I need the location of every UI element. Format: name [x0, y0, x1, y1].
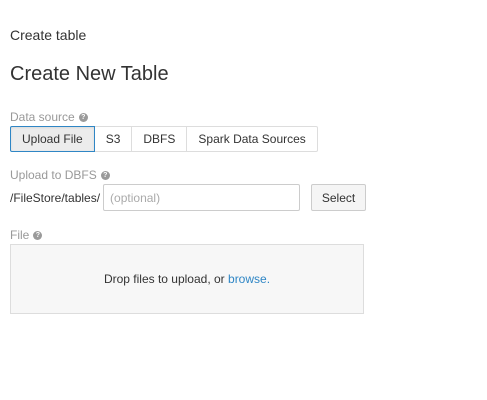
tab-upload-file[interactable]: Upload File: [10, 126, 95, 152]
help-icon[interactable]: ?: [100, 170, 110, 180]
breadcrumb: Create table: [10, 27, 87, 43]
data-source-label-row: Data source ?: [10, 110, 88, 124]
create-table-page: Create table Create New Table Data sourc…: [0, 0, 487, 400]
dropzone-text: Drop files to upload, or: [103, 272, 229, 286]
file-label: File: [10, 228, 30, 242]
upload-to-dbfs-label-row: Upload to DBFS ?: [10, 168, 110, 182]
page-title: Create New Table: [10, 63, 169, 85]
upload-to-dbfs-label: Upload to DBFS: [10, 168, 97, 182]
path-prefix: /FileStore/tables/: [10, 190, 101, 205]
file-label-row: File ?: [10, 228, 43, 242]
file-dropzone[interactable]: Drop files to upload, or browse.: [10, 244, 364, 314]
browse-link[interactable]: browse.: [228, 272, 270, 286]
select-button[interactable]: Select: [311, 184, 367, 211]
help-icon[interactable]: ?: [33, 230, 43, 240]
tab-dbfs[interactable]: DBFS: [132, 126, 188, 152]
tab-s3[interactable]: S3: [94, 126, 133, 152]
data-source-label: Data source: [10, 110, 75, 124]
upload-path-row: /FileStore/tables/ Select: [10, 184, 367, 211]
dbfs-path-input[interactable]: [103, 184, 301, 211]
data-source-tabs: Upload File S3 DBFS Spark Data Sources: [10, 126, 318, 152]
help-icon[interactable]: ?: [78, 112, 88, 122]
tab-spark-data-sources[interactable]: Spark Data Sources: [187, 126, 318, 152]
